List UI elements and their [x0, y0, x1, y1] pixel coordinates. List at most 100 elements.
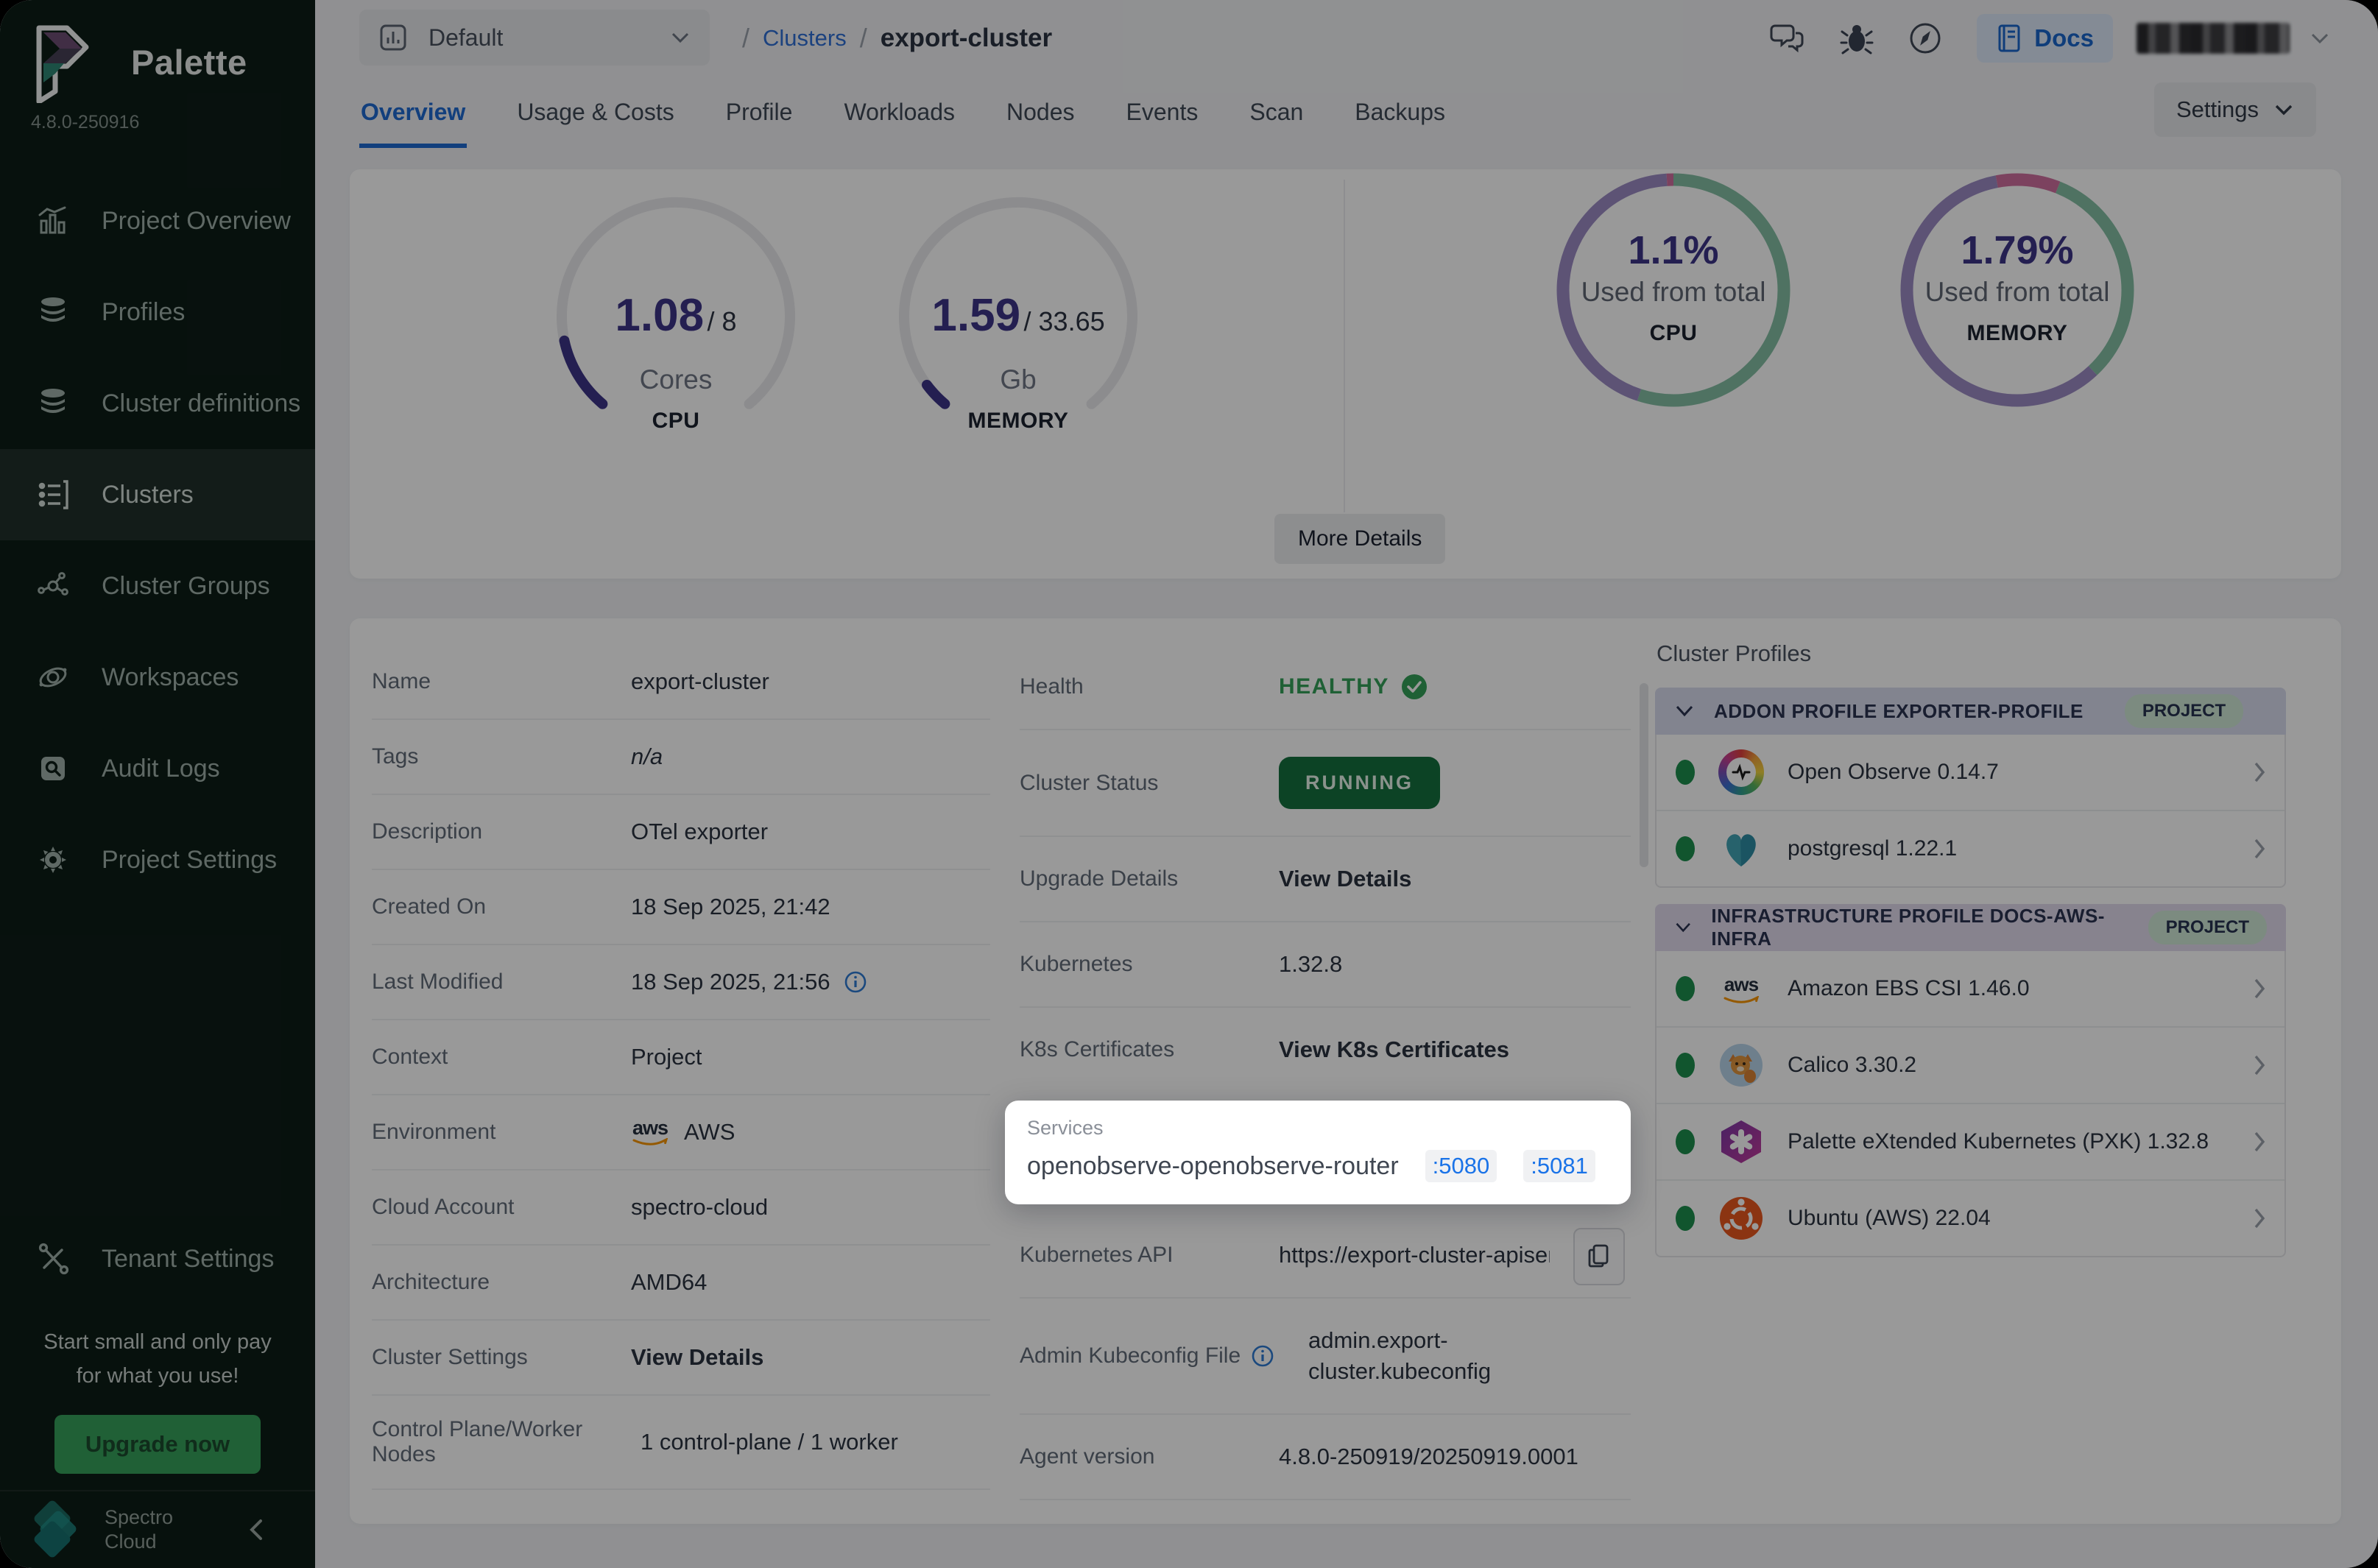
- tab-backups[interactable]: Backups: [1353, 77, 1447, 148]
- sidebar-item-project-settings[interactable]: Project Settings: [0, 814, 315, 905]
- memory-donut: 1.79% Used from total MEMORY: [1892, 165, 2150, 415]
- palette-logo-icon: [28, 21, 96, 103]
- detail-row-name: Name export-cluster: [372, 645, 990, 720]
- info-icon[interactable]: [1251, 1344, 1274, 1368]
- cluster-details-card: Name export-cluster Tags n/a Description…: [350, 618, 2341, 1524]
- bug-report-icon[interactable]: [1840, 21, 1874, 56]
- detail-row-context: Context Project: [372, 1020, 990, 1095]
- sidebar-item-profiles[interactable]: Profiles: [0, 266, 315, 358]
- aws-icon: aws: [1718, 966, 1764, 1011]
- memory-gauge: 1.59 / 33.65 Gb MEMORY: [889, 188, 1147, 445]
- memory-donut-caption: Used from total: [1892, 277, 2142, 308]
- cluster-settings-view-details-link[interactable]: View Details: [631, 1344, 763, 1371]
- cluster-profiles-title: Cluster Profiles: [1657, 640, 2286, 667]
- chevron-down-icon[interactable]: [2310, 32, 2329, 45]
- view-k8s-certificates-link[interactable]: View K8s Certificates: [1279, 1036, 1509, 1063]
- audit-log-icon: [35, 748, 81, 789]
- detail-row-kubernetes-api: Kubernetes API https://export-cluster-ap…: [1020, 1213, 1631, 1299]
- network-icon: [35, 565, 81, 607]
- sidebar-item-tenant-settings[interactable]: Tenant Settings: [0, 1213, 315, 1304]
- sidebar-item-audit-logs[interactable]: Audit Logs: [0, 723, 315, 814]
- sidebar-nav: Project Overview Profiles Cluster defini…: [0, 175, 315, 905]
- docs-button[interactable]: Docs: [1977, 14, 2113, 63]
- info-icon[interactable]: [844, 970, 867, 994]
- memory-percent: 1.79%: [1892, 227, 2142, 273]
- app-window: Palette 4.8.0-250916 Project Overview: [0, 0, 2378, 1568]
- sidebar-item-cluster-groups[interactable]: Cluster Groups: [0, 540, 315, 632]
- status-dot: [1676, 760, 1695, 785]
- orbit-icon: [35, 657, 81, 698]
- tab-scan[interactable]: Scan: [1248, 77, 1305, 148]
- tab-usage-costs[interactable]: Usage & Costs: [515, 77, 675, 148]
- service-port-5080-link[interactable]: :5080: [1425, 1150, 1497, 1182]
- profile-item-ubuntu[interactable]: Ubuntu (AWS) 22.04: [1657, 1181, 2284, 1256]
- profile-item-pxk[interactable]: Palette eXtended Kubernetes (PXK) 1.32.8: [1657, 1104, 2284, 1181]
- cpu-percent: 1.1%: [1548, 227, 1799, 273]
- infrastructure-profile-header[interactable]: INFRASTRUCTURE PROFILE DOCS-AWS-INFRA PR…: [1655, 904, 2286, 951]
- spectro-cloud-wordmark: Spectro Cloud: [105, 1505, 173, 1554]
- kubeconfig-download-link[interactable]: admin.export- cluster.kubeconfig: [1308, 1325, 1491, 1387]
- app-name: Palette: [131, 42, 247, 82]
- status-dot: [1676, 1129, 1695, 1154]
- overview-column: Name export-cluster Tags n/a Description…: [372, 645, 990, 1490]
- compass-icon[interactable]: [1908, 21, 1943, 56]
- sidebar-item-workspaces[interactable]: Workspaces: [0, 632, 315, 723]
- project-badge: PROJECT: [2125, 694, 2243, 728]
- breadcrumb-current: export-cluster: [881, 24, 1052, 53]
- detail-row-last-modified: Last Modified 18 Sep 2025, 21:56: [372, 945, 990, 1020]
- chevron-down-icon: [2273, 102, 2294, 117]
- profile-item-calico[interactable]: Calico 3.30.2: [1657, 1028, 2284, 1104]
- copy-icon[interactable]: [1573, 1228, 1625, 1285]
- detail-row-environment: Environment aws AWS: [372, 1095, 990, 1170]
- status-dot: [1676, 1206, 1695, 1231]
- usage-card: 1.08 / 8 Cores CPU 1.59 / 33.65 Gb MEMOR…: [350, 169, 2341, 579]
- tab-nodes[interactable]: Nodes: [1005, 77, 1076, 148]
- status-dot: [1676, 836, 1695, 861]
- sidebar-item-clusters[interactable]: Clusters: [0, 449, 315, 540]
- service-name: openobserve-openobserve-router: [1027, 1152, 1399, 1181]
- cpu-gauge: 1.08 / 8 Cores CPU: [547, 188, 805, 445]
- tab-profile[interactable]: Profile: [724, 77, 794, 148]
- more-details-button[interactable]: More Details: [1274, 514, 1445, 564]
- calico-logo: [1718, 1042, 1764, 1088]
- user-name-redacted[interactable]: [2137, 23, 2290, 54]
- memory-gauge-label: MEMORY: [889, 409, 1147, 434]
- layers-icon: [35, 383, 81, 424]
- detail-row-upgrade-details: Upgrade Details View Details: [1020, 837, 1631, 922]
- cluster-profiles-panel: Cluster Profiles ADDON PROFILE EXPORTER-…: [1655, 640, 2286, 1257]
- addon-profile-header[interactable]: ADDON PROFILE EXPORTER-PROFILE PROJECT: [1655, 688, 2286, 735]
- palette-logo: Palette: [28, 21, 247, 103]
- detail-row-tags: Tags n/a: [372, 720, 990, 795]
- breadcrumb-clusters-link[interactable]: Clusters: [763, 25, 847, 52]
- sidebar-item-cluster-definitions[interactable]: Cluster definitions: [0, 358, 315, 449]
- profile-item-postgresql[interactable]: postgresql 1.22.1: [1657, 811, 2284, 886]
- chevron-down-icon: [1674, 704, 1695, 718]
- feedback-chat-icon[interactable]: [1769, 21, 1806, 55]
- service-port-5081-link[interactable]: :5081: [1523, 1150, 1595, 1182]
- sidebar-item-project-overview[interactable]: Project Overview: [0, 175, 315, 266]
- chevron-right-icon: [2252, 1053, 2267, 1077]
- scrollbar-thumb[interactable]: [1640, 683, 1648, 867]
- detail-row-cloud-account: Cloud Account spectro-cloud: [372, 1170, 990, 1246]
- tab-overview[interactable]: Overview: [359, 77, 467, 148]
- cpu-unit: Cores: [547, 364, 805, 395]
- promo-line-2: for what you use!: [0, 1359, 315, 1393]
- detail-row-cluster-status: Cluster Status RUNNING: [1020, 730, 1631, 837]
- profile-item-amazon-ebs-csi[interactable]: aws Amazon EBS CSI 1.46.0: [1657, 951, 2284, 1028]
- layers-icon: [35, 292, 81, 333]
- project-scope-dropdown[interactable]: Default: [359, 10, 710, 66]
- breadcrumb: / Clusters / export-cluster: [742, 0, 1052, 77]
- sidebar-collapse-icon[interactable]: [246, 1515, 268, 1544]
- kubernetes-api-url: https://export-cluster-apiser...: [1279, 1242, 1550, 1268]
- detail-row-cluster-settings: Cluster Settings View Details: [372, 1321, 990, 1396]
- sidebar: Palette 4.8.0-250916 Project Overview: [0, 0, 315, 1568]
- upgrade-view-details-link[interactable]: View Details: [1279, 866, 1411, 892]
- upgrade-promo: Start small and only pay for what you us…: [0, 1325, 315, 1474]
- tab-events[interactable]: Events: [1125, 77, 1200, 148]
- detail-row-nodes: Control Plane/Worker Nodes 1 control-pla…: [372, 1396, 990, 1490]
- settings-button[interactable]: Settings: [2154, 82, 2316, 137]
- chevron-right-icon: [2252, 1207, 2267, 1230]
- upgrade-now-button[interactable]: Upgrade now: [54, 1415, 261, 1474]
- profile-item-open-observe[interactable]: Open Observe 0.14.7: [1657, 735, 2284, 811]
- tab-workloads[interactable]: Workloads: [842, 77, 956, 148]
